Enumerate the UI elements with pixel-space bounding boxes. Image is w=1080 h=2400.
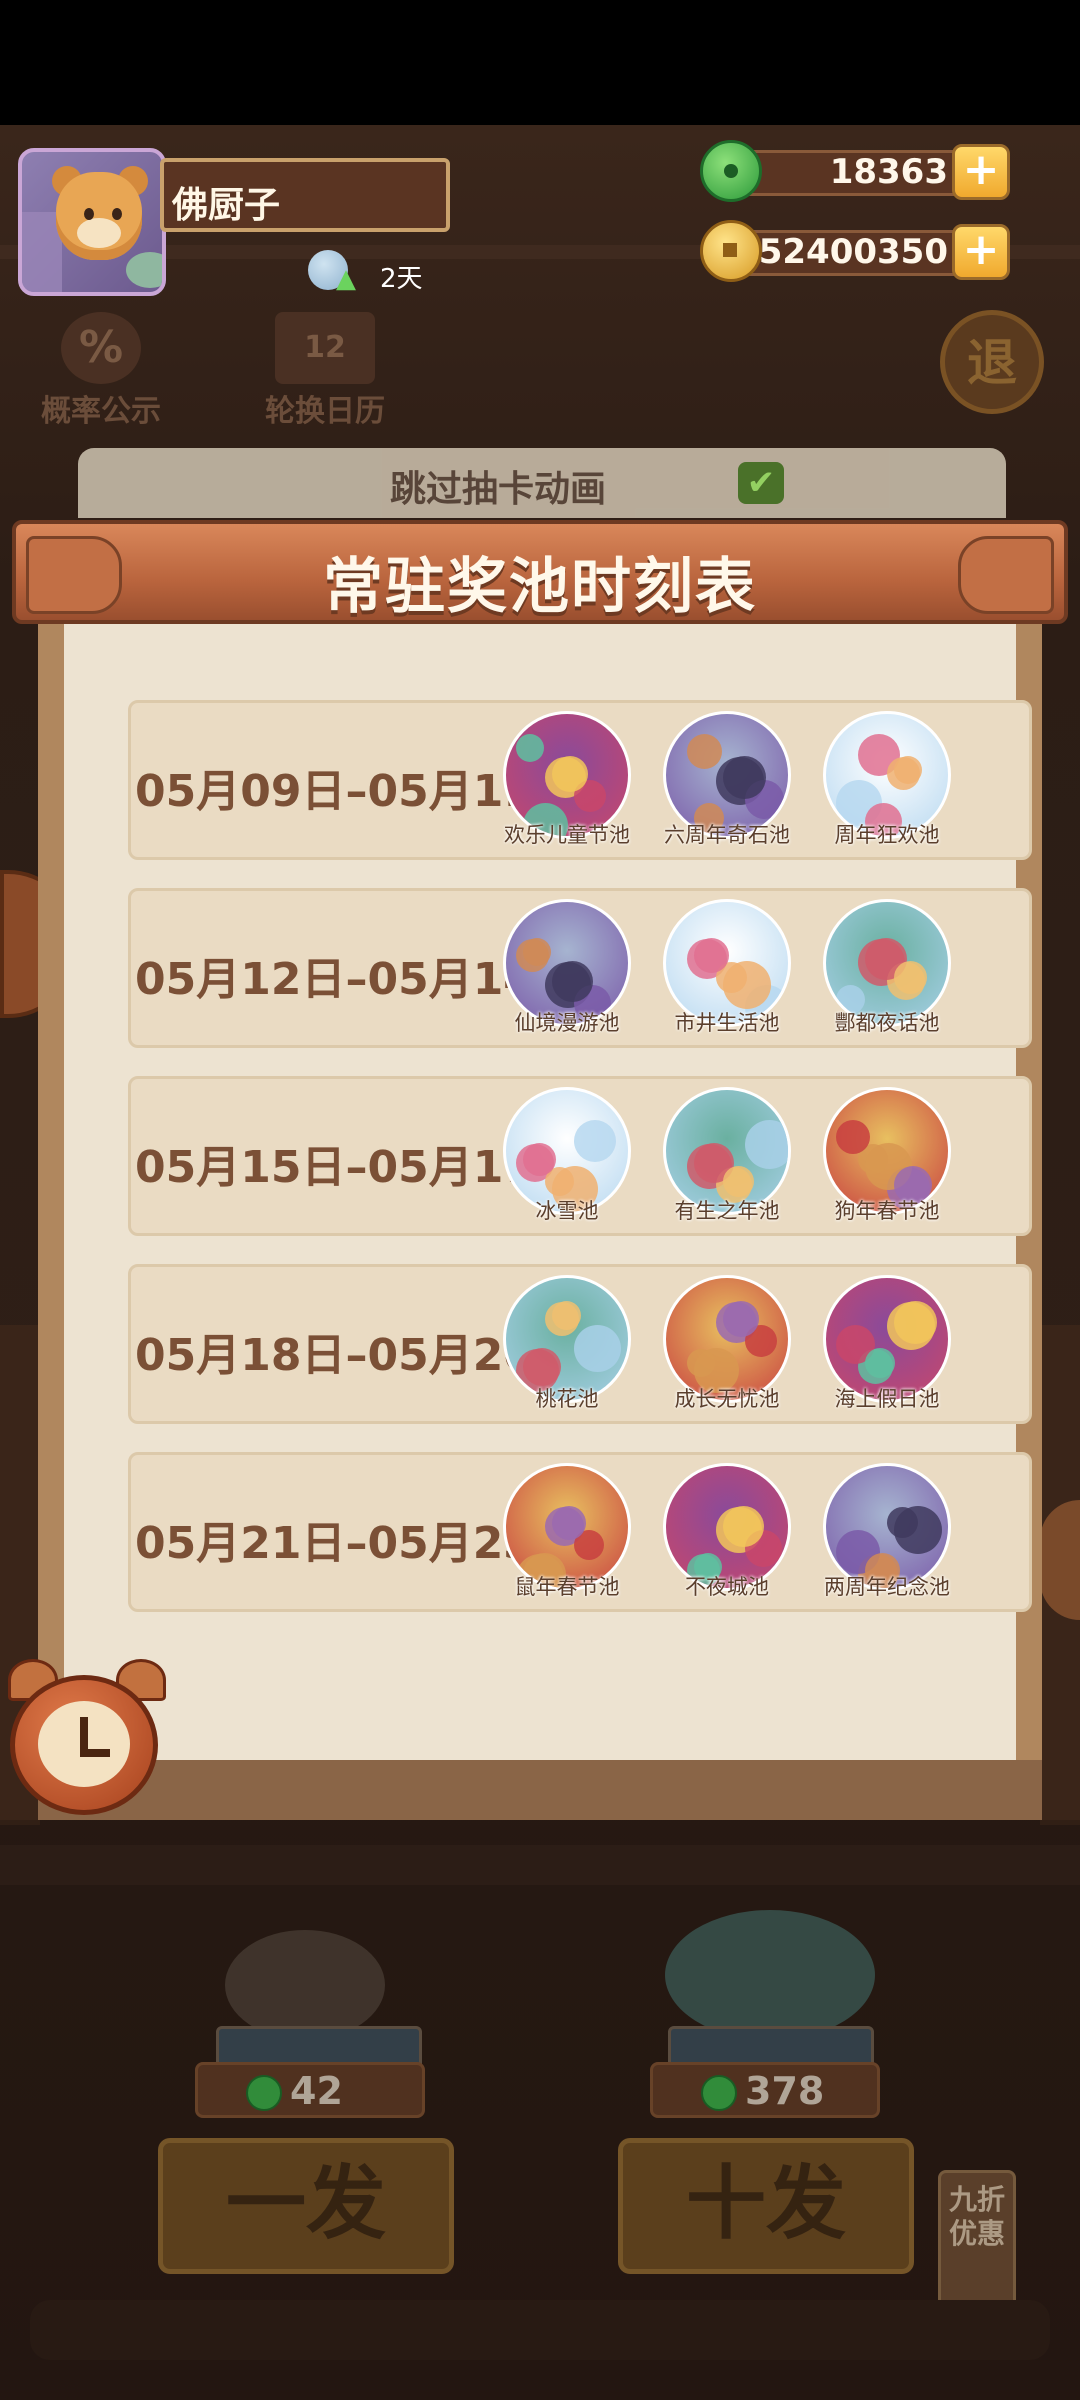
pool-name: 不夜城池 <box>685 1575 769 1599</box>
checkbox-checked-icon[interactable]: ✔ <box>738 462 784 504</box>
egg-timer: 2天 <box>380 264 423 294</box>
calendar-icon: 12 <box>275 312 375 384</box>
pool-name: 冰雪池 <box>535 1199 599 1223</box>
pool-item[interactable]: 狗年春节池 <box>803 1087 971 1225</box>
pet-fish-icon <box>126 252 162 288</box>
pool-item[interactable]: 仙境漫游池 <box>483 899 651 1037</box>
pool-name: 有生之年池 <box>674 1199 780 1223</box>
pool-name: 市井生活池 <box>674 1011 780 1035</box>
pool-name: 仙境漫游池 <box>514 1011 620 1035</box>
pool-name: 周年狂欢池 <box>834 823 940 847</box>
pool-item[interactable]: 不夜城池 <box>643 1463 811 1601</box>
pool-item[interactable]: 欢乐儿童节池 <box>483 711 651 849</box>
player-avatar[interactable] <box>18 148 166 296</box>
pool-item[interactable]: 桃花池 <box>483 1275 651 1413</box>
pool-name: 六周年奇石池 <box>664 823 790 847</box>
percent-icon: % <box>61 312 141 384</box>
schedule-title-banner: 常驻奖池时刻表 <box>12 520 1068 624</box>
pool-name: 桃花池 <box>535 1387 599 1411</box>
pool-item[interactable]: 成长无忧池 <box>643 1275 811 1413</box>
schedule-row: 05月15日–05月17日 冰雪池 有生之年池 狗年春节池 <box>128 1076 1032 1236</box>
schedule-title: 常驻奖池时刻表 <box>323 552 757 622</box>
rotation-calendar-label: 轮换日历 <box>265 394 385 429</box>
gold-amount: 52400350 <box>758 232 948 272</box>
pool-item[interactable]: 海上假日池 <box>803 1275 971 1413</box>
avatar-eye-right <box>112 208 122 220</box>
player-name: 佛厨子 <box>172 185 281 226</box>
pool-name: 酆都夜话池 <box>834 1011 940 1035</box>
schedule-row: 05月12日–05月14日 仙境漫游池 市井生活池 酆都夜话池 <box>128 888 1032 1048</box>
pool-item[interactable]: 市井生活池 <box>643 899 811 1037</box>
alarm-clock-icon[interactable] <box>4 1655 166 1815</box>
exit-button[interactable]: 退 <box>940 310 1044 414</box>
pool-item[interactable]: 有生之年池 <box>643 1087 811 1225</box>
gold-coin-icon <box>700 220 762 282</box>
pool-item[interactable]: 周年狂欢池 <box>803 711 971 849</box>
probability-label: 概率公示 <box>41 394 161 429</box>
probability-button[interactable]: % 概率公示 <box>26 312 176 430</box>
jade-amount: 18363 <box>829 152 948 192</box>
jade-coin-icon <box>700 140 762 202</box>
pool-name: 海上假日池 <box>834 1387 940 1411</box>
pool-item[interactable]: 两周年纪念池 <box>803 1463 971 1601</box>
schedule-row: 05月21日–05月23日 鼠年春节池 不夜城池 两周年纪念池 <box>128 1452 1032 1612</box>
status-bar-area <box>0 0 1080 125</box>
rotation-calendar-button[interactable]: 12 轮换日历 <box>250 312 400 430</box>
pool-name: 鼠年春节池 <box>514 1575 620 1599</box>
avatar-eye-left <box>84 208 94 220</box>
pool-name: 狗年春节池 <box>834 1199 940 1223</box>
jade-currency: 18363 + <box>700 140 1010 202</box>
add-jade-button[interactable]: + <box>952 144 1010 200</box>
player-name-plate[interactable]: 佛厨子 <box>160 158 450 232</box>
pool-item[interactable]: 酆都夜话池 <box>803 899 971 1037</box>
avatar-snout <box>77 218 121 248</box>
skip-animation-toggle[interactable]: 跳过抽卡动画 ✔ <box>78 448 1006 518</box>
pool-item[interactable]: 六周年奇石池 <box>643 711 811 849</box>
up-arrow-icon: ▲ <box>336 264 356 294</box>
pool-name: 欢乐儿童节池 <box>504 823 630 847</box>
add-gold-button[interactable]: + <box>952 224 1010 280</box>
schedule-row: 05月09日–05月11日 欢乐儿童节池 六周年奇石池 周年狂欢池 <box>128 700 1032 860</box>
clock-minute-hand <box>80 1749 110 1757</box>
pool-item[interactable]: 冰雪池 <box>483 1087 651 1225</box>
panel-bottom-edge <box>38 1760 1042 1820</box>
schedule-row: 05月18日–05月20日 桃花池 成长无忧池 海上假日池 <box>128 1264 1032 1424</box>
overlay-dim <box>0 1820 1080 2400</box>
pool-name: 两周年纪念池 <box>824 1575 950 1599</box>
pool-item[interactable]: 鼠年春节池 <box>483 1463 651 1601</box>
skip-animation-label: 跳过抽卡动画 <box>390 469 607 510</box>
side-prop-right <box>1040 1500 1080 1620</box>
pool-name: 成长无忧池 <box>674 1387 780 1411</box>
gold-currency: 52400350 + <box>700 220 1010 282</box>
